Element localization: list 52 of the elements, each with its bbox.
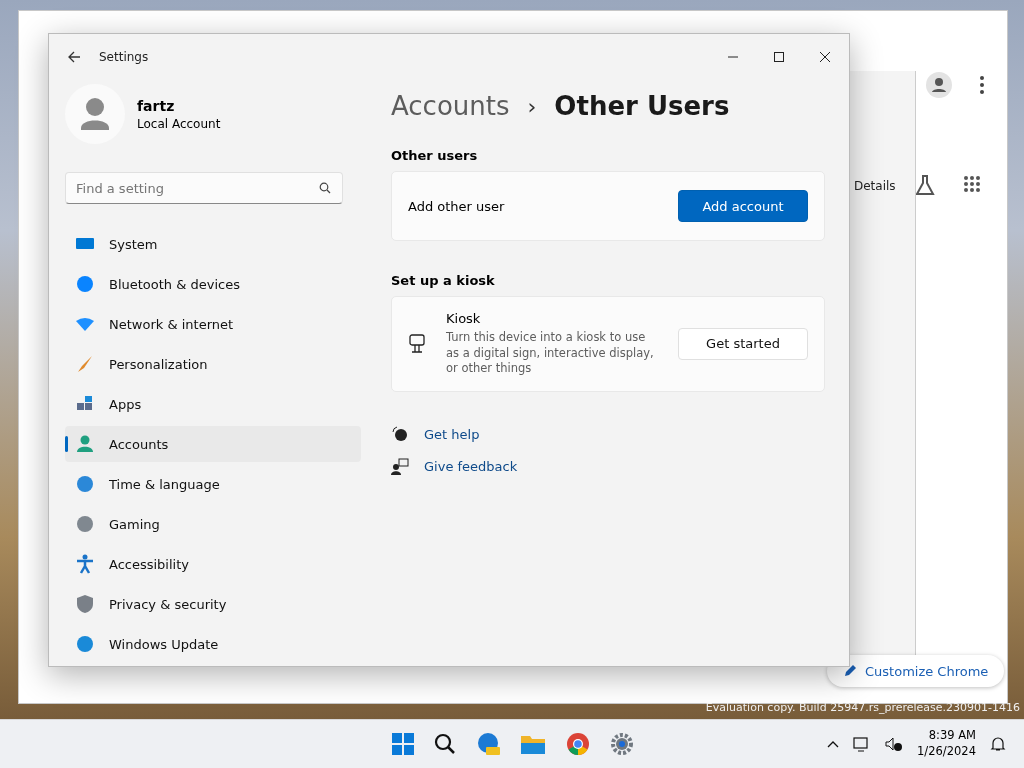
- user-name: fartz: [137, 97, 176, 114]
- feedback-icon: [391, 457, 409, 476]
- watermark-text: Evaluation copy. Build 25947.rs_prerelease.230901-1416: [705, 701, 1020, 714]
- search-field[interactable]: Find a setting: [65, 172, 343, 204]
- breadcrumb-separator: ›: [527, 93, 537, 119]
- nav-item[interactable]: Windows Update: [65, 626, 361, 662]
- action-button[interactable]: Get started: [678, 327, 808, 360]
- nav-item[interactable]: Network & internet: [65, 306, 361, 342]
- back-arrow-icon[interactable]: [67, 50, 81, 64]
- nav-item[interactable]: Accessibility: [65, 546, 361, 582]
- chrome-icon[interactable]: [566, 732, 590, 756]
- apps-grid-icon[interactable]: [963, 175, 981, 193]
- nav-item[interactable]: Personalization: [65, 346, 361, 382]
- search-icon: [319, 182, 331, 194]
- pencil-icon: [843, 664, 857, 678]
- nav-item[interactable]: System: [65, 226, 361, 262]
- start-icon[interactable]: [392, 733, 414, 755]
- gear-icon[interactable]: [610, 732, 634, 756]
- profile-icon[interactable]: [925, 71, 953, 99]
- close-icon[interactable]: [819, 51, 831, 63]
- bell-icon[interactable]: [990, 736, 1006, 752]
- clock[interactable]: 8:39 AM 1/26/2024: [917, 728, 976, 760]
- folder-icon[interactable]: [520, 733, 546, 755]
- nav-item[interactable]: Gaming: [65, 506, 361, 542]
- browser-icon[interactable]: [476, 732, 500, 756]
- section-heading: Set up a kiosk: [391, 273, 496, 288]
- action-button[interactable]: Add account: [678, 190, 808, 222]
- page-title: Other Users: [554, 91, 730, 121]
- section-heading: Other users: [391, 148, 479, 163]
- menu-icon[interactable]: [979, 75, 985, 95]
- nav-item[interactable]: Accounts: [65, 426, 361, 462]
- account-type: Local Account: [137, 116, 221, 131]
- details-tab[interactable]: Details: [854, 179, 896, 193]
- breadcrumb-parent[interactable]: Accounts: [391, 91, 510, 121]
- nav-item[interactable]: Privacy & security: [65, 586, 361, 622]
- help-link[interactable]: Get help: [424, 427, 480, 443]
- kiosk-icon: [408, 333, 426, 354]
- avatar-icon: [65, 84, 125, 144]
- help-link[interactable]: Give feedback: [424, 459, 518, 475]
- customize-chrome-button[interactable]: Customize Chrome: [827, 655, 1005, 687]
- maximize-icon[interactable]: [773, 51, 785, 63]
- card-description: Turn this device into a kiosk to use as a digital sign, interactive display, or other things: [446, 330, 655, 377]
- nav-item[interactable]: Apps: [65, 386, 361, 422]
- flask-icon[interactable]: [914, 174, 936, 196]
- nav-item[interactable]: Time & language: [65, 466, 361, 502]
- nav-item[interactable]: Bluetooth & devices: [65, 266, 361, 302]
- card-label: Add other user: [408, 198, 506, 214]
- window-title: Settings: [99, 50, 149, 64]
- chevron-up-icon[interactable]: [827, 740, 840, 748]
- search-icon[interactable]: [434, 733, 456, 755]
- card-title: Kiosk: [446, 311, 482, 326]
- speaker-muted-icon[interactable]: [885, 736, 904, 752]
